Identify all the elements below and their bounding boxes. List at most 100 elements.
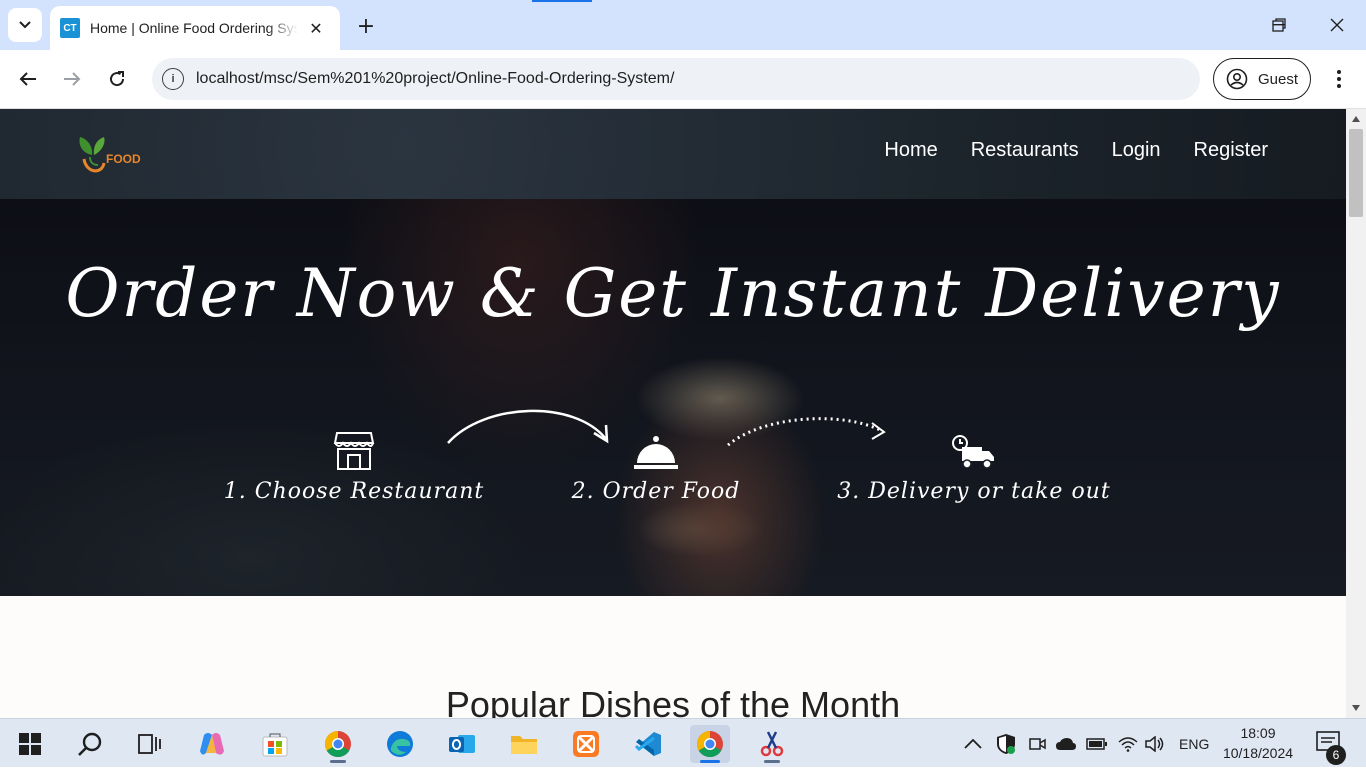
browser-tab[interactable]: CT Home | Online Food Ordering System ✕ — [50, 6, 340, 50]
profile-button[interactable]: Guest — [1213, 58, 1311, 100]
step-1-label: 1. Choose Restaurant — [223, 479, 485, 504]
browser-tabstrip: CT Home | Online Food Ordering System ✕ … — [0, 0, 1366, 50]
copilot-icon — [200, 733, 224, 755]
step-order-food: 2. Order Food — [516, 429, 796, 504]
volume-tray-icon[interactable] — [1145, 719, 1165, 768]
reload-button[interactable] — [102, 64, 132, 94]
hero-title: Order Now & Get Instant Delivery — [65, 255, 1281, 332]
chevron-down-icon — [19, 21, 31, 29]
show-hidden-icons-button[interactable] — [964, 719, 982, 768]
edge-app-button[interactable] — [380, 725, 420, 763]
snipping-tool-button[interactable] — [752, 725, 792, 763]
search-icon — [78, 732, 102, 756]
step-choose-restaurant: 1. Choose Restaurant — [214, 429, 494, 504]
task-view-icon — [138, 734, 161, 754]
network-tray-icon[interactable] — [1118, 719, 1138, 768]
tab-close-button[interactable]: ✕ — [306, 19, 326, 38]
taskbar-search-button[interactable] — [70, 725, 110, 763]
chrome-active-window-button[interactable] — [690, 725, 730, 763]
back-button[interactable] — [13, 64, 43, 94]
nav-restaurants[interactable]: Restaurants — [971, 139, 1079, 162]
step-delivery: 3. Delivery or take out — [834, 429, 1114, 504]
meet-tray-icon[interactable] — [1028, 719, 1046, 768]
site-info-icon[interactable]: i — [162, 68, 184, 90]
start-button[interactable] — [10, 725, 50, 763]
url-text[interactable]: localhost/msc/Sem%201%20project/Online-F… — [196, 70, 674, 88]
language-indicator[interactable]: ENG — [1179, 719, 1209, 768]
windows-taskbar: ENG 18:09 10/18/2024 6 — [0, 718, 1366, 767]
logo-text: FOOD — [106, 152, 141, 166]
reload-icon — [110, 71, 125, 87]
scroll-up-button[interactable] — [1346, 111, 1366, 127]
new-tab-button[interactable]: + — [352, 12, 380, 40]
nav-login[interactable]: Login — [1112, 139, 1161, 162]
tab-favicon: CT — [60, 18, 80, 38]
xampp-app-button[interactable] — [566, 725, 606, 763]
chrome-icon — [696, 730, 723, 758]
edge-icon — [387, 731, 413, 757]
hero-banner: Order Now & Get Instant Delivery 1. Choo… — [0, 199, 1346, 596]
three-dots-icon — [1337, 70, 1341, 88]
step-3-label: 3. Delivery or take out — [837, 479, 1111, 504]
tab-search-button[interactable] — [8, 8, 42, 42]
triangle-up-icon — [1352, 116, 1360, 122]
site-navbar: FOOD Home Restaurants Login Register — [0, 109, 1346, 199]
running-indicator — [764, 760, 780, 763]
site-nav-links: Home Restaurants Login Register — [884, 139, 1268, 162]
loading-indicator — [532, 0, 592, 2]
forward-button[interactable] — [57, 64, 87, 94]
outlook-icon — [449, 735, 475, 753]
chrome-icon — [324, 730, 351, 758]
page-scrollbar[interactable] — [1346, 109, 1366, 718]
scroll-thumb[interactable] — [1349, 129, 1363, 217]
maximize-button[interactable] — [1264, 10, 1294, 40]
browser-menu-button[interactable] — [1325, 64, 1353, 94]
windows-start-icon — [19, 733, 41, 755]
store-icon — [333, 432, 375, 470]
wifi-icon — [1118, 736, 1138, 752]
outlook-app-button[interactable] — [442, 725, 482, 763]
arrow-right-icon — [64, 72, 81, 86]
arrow-left-icon — [19, 72, 36, 86]
triangle-down-icon — [1352, 705, 1360, 711]
file-explorer-button[interactable] — [504, 725, 544, 763]
step-2-label: 2. Order Food — [571, 479, 741, 504]
restore-icon — [1272, 18, 1286, 32]
close-icon — [1330, 18, 1344, 32]
clock-time: 18:09 — [1240, 725, 1276, 741]
active-indicator — [700, 760, 720, 763]
nav-home[interactable]: Home — [884, 139, 937, 162]
address-bar[interactable]: i localhost/msc/Sem%201%20project/Online… — [152, 58, 1200, 100]
battery-icon — [1086, 737, 1107, 750]
snipping-tool-icon — [760, 731, 784, 757]
chrome-app-button[interactable] — [318, 725, 358, 763]
onedrive-tray-icon[interactable] — [1055, 719, 1077, 768]
task-view-button[interactable] — [130, 725, 170, 763]
shield-icon — [997, 733, 1015, 754]
scroll-down-button[interactable] — [1346, 700, 1366, 716]
close-window-button[interactable] — [1322, 10, 1352, 40]
notification-badge: 6 — [1326, 745, 1346, 765]
speaker-icon — [1145, 735, 1164, 752]
clock-date: 10/18/2024 — [1222, 745, 1294, 761]
nav-register[interactable]: Register — [1194, 139, 1268, 162]
chevron-up-icon — [964, 738, 982, 749]
profile-label: Guest — [1258, 70, 1299, 88]
cloche-icon — [634, 436, 678, 469]
store-icon — [262, 733, 288, 757]
profile-icon — [1226, 68, 1248, 90]
camera-icon — [1029, 737, 1046, 750]
popular-dishes-heading: Popular Dishes of the Month — [445, 684, 901, 718]
copilot-button[interactable] — [192, 725, 232, 763]
battery-tray-icon[interactable] — [1086, 719, 1108, 768]
vscode-app-button[interactable] — [628, 725, 668, 763]
security-tray-icon[interactable] — [996, 719, 1016, 768]
vscode-icon — [634, 732, 661, 756]
taskbar-clock[interactable]: 18:09 10/18/2024 — [1216, 723, 1300, 763]
running-indicator — [330, 760, 346, 763]
microsoft-store-button[interactable] — [255, 725, 295, 763]
cloud-icon — [1056, 737, 1076, 750]
xampp-icon — [573, 731, 599, 757]
site-logo[interactable]: FOOD — [76, 135, 148, 177]
delivery-truck-icon — [952, 435, 994, 469]
